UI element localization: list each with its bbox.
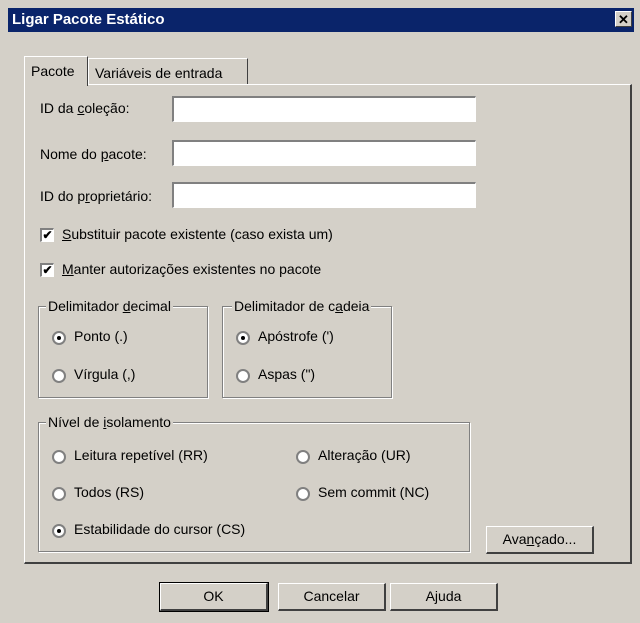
close-button[interactable]: ✕: [615, 11, 632, 27]
isolation-rs-label[interactable]: Todos (RS): [74, 484, 144, 500]
isolation-cs-label[interactable]: Estabilidade do cursor (CS): [74, 521, 245, 537]
decimal-point-radio[interactable]: [52, 331, 66, 345]
isolation-rs-radio[interactable]: [52, 487, 66, 501]
quotes-label[interactable]: Aspas ("): [258, 366, 315, 382]
dialog-window: Ligar Pacote Estático ✕ Pacote Variáveis…: [0, 0, 640, 623]
decimal-delimiter-legend: Delimitador decimal: [46, 298, 173, 314]
tab-variaveis-de-entrada[interactable]: Variáveis de entrada: [88, 58, 248, 84]
keep-authorizations-label[interactable]: Manter autorizações existentes no pacote: [62, 261, 321, 277]
decimal-comma-label[interactable]: Vírgula (,): [74, 366, 135, 382]
cancel-button[interactable]: Cancelar: [278, 583, 386, 611]
isolation-rr-radio[interactable]: [52, 450, 66, 464]
apostrophe-label[interactable]: Apóstrofe ('): [258, 328, 334, 344]
ok-button[interactable]: OK: [159, 582, 269, 612]
window-title: Ligar Pacote Estático: [12, 11, 165, 28]
tab-pacote-label: Pacote: [31, 63, 75, 79]
collection-id-label: ID da coleção:: [40, 100, 130, 116]
isolation-ur-label[interactable]: Alteração (UR): [318, 447, 411, 463]
replace-package-checkbox[interactable]: ✔: [40, 228, 54, 242]
replace-package-label[interactable]: Substituir pacote existente (caso exista…: [62, 226, 333, 242]
close-icon: ✕: [618, 12, 629, 27]
quotes-radio[interactable]: [236, 369, 250, 383]
owner-id-input[interactable]: [172, 182, 476, 208]
isolation-nc-label[interactable]: Sem commit (NC): [318, 484, 429, 500]
string-delimiter-legend: Delimitador de cadeia: [232, 298, 372, 314]
isolation-level-legend: Nível de isolamento: [46, 414, 173, 430]
isolation-rr-label[interactable]: Leitura repetível (RR): [74, 447, 208, 463]
apostrophe-radio[interactable]: [236, 331, 250, 345]
collection-id-input[interactable]: [172, 96, 476, 122]
tab-variaveis-label: Variáveis de entrada: [95, 65, 223, 81]
string-delimiter-group: [222, 306, 392, 398]
package-name-label: Nome do pacote:: [40, 146, 147, 162]
advanced-button[interactable]: Avançado...: [486, 526, 594, 554]
package-name-input[interactable]: [172, 140, 476, 166]
owner-id-label: ID do proprietário:: [40, 188, 153, 204]
keep-authorizations-checkbox[interactable]: ✔: [40, 263, 54, 277]
isolation-cs-radio[interactable]: [52, 524, 66, 538]
help-button[interactable]: Ajuda: [390, 583, 498, 611]
isolation-ur-radio[interactable]: [296, 450, 310, 464]
decimal-point-label[interactable]: Ponto (.): [74, 328, 128, 344]
tab-pacote[interactable]: Pacote: [24, 56, 88, 86]
isolation-nc-radio[interactable]: [296, 487, 310, 501]
title-bar: Ligar Pacote Estático ✕: [8, 8, 634, 32]
decimal-comma-radio[interactable]: [52, 369, 66, 383]
decimal-delimiter-group: [38, 306, 208, 398]
